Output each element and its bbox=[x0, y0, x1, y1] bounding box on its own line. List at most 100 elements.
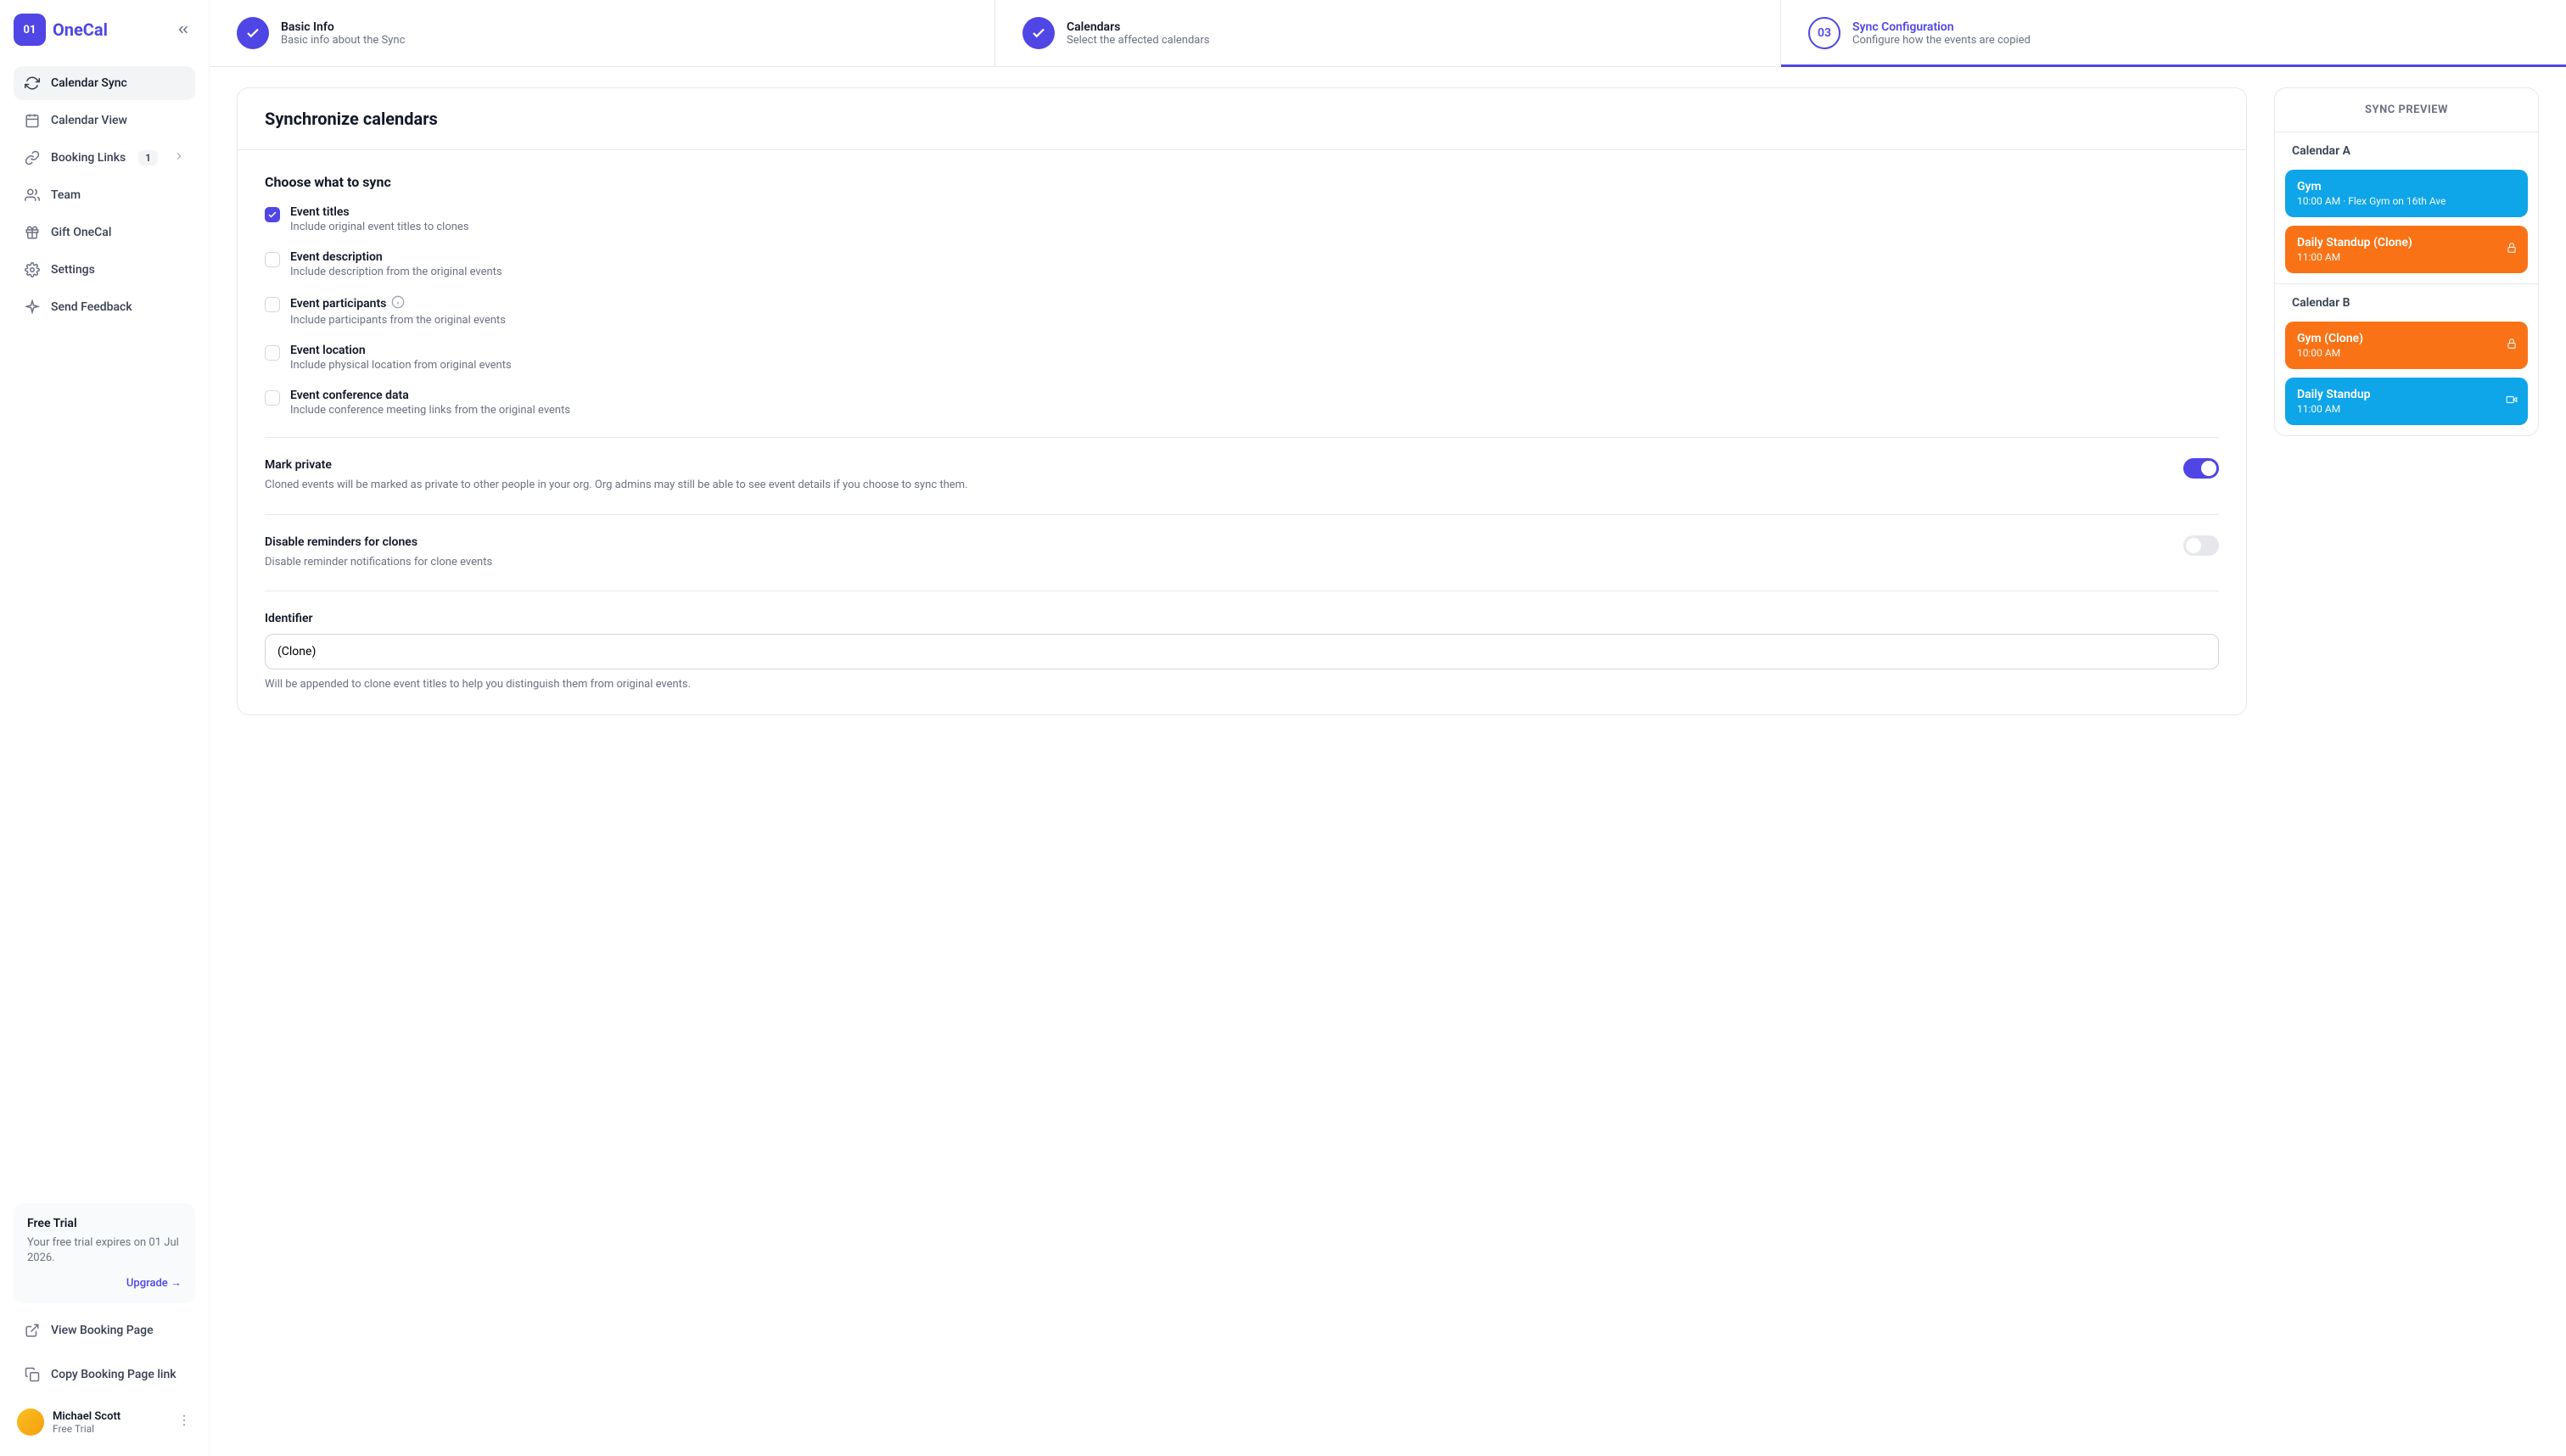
team-icon bbox=[24, 187, 41, 204]
stepper: Basic Info Basic info about the Sync Cal… bbox=[210, 0, 2566, 67]
sidebar-item-label: Team bbox=[51, 188, 81, 202]
calendar-icon bbox=[24, 112, 41, 129]
event-time: 11:00 AM bbox=[2297, 403, 2516, 415]
upgrade-link[interactable]: Upgrade → bbox=[27, 1276, 182, 1290]
sidebar-item-view-booking-page[interactable]: View Booking Page bbox=[14, 1313, 195, 1347]
checkbox-label: Event participants bbox=[290, 295, 506, 312]
sidebar-item-feedback[interactable]: Send Feedback bbox=[14, 290, 195, 324]
checkbox-sub: Include participants from the original e… bbox=[290, 314, 506, 327]
checkbox-event-participants[interactable] bbox=[265, 297, 280, 312]
mark-private-title: Mark private bbox=[265, 458, 2166, 472]
avatar bbox=[17, 1408, 44, 1436]
external-link-icon bbox=[24, 1322, 41, 1339]
user-row: Michael Scott Free Trial bbox=[14, 1402, 195, 1442]
sync-icon bbox=[24, 75, 41, 92]
toggle-disable-reminders[interactable] bbox=[2183, 535, 2219, 556]
step-title: Sync Configuration bbox=[1852, 20, 2031, 34]
sidebar-item-label: Send Feedback bbox=[51, 300, 132, 314]
video-icon bbox=[2506, 394, 2518, 409]
chevron-right-icon bbox=[173, 150, 185, 165]
event-card: Gym 10:00 AM · Flex Gym on 16th Ave bbox=[2285, 170, 2528, 217]
event-title: Gym (Clone) bbox=[2297, 332, 2516, 345]
gear-icon bbox=[24, 261, 41, 278]
sidebar-item-calendar-sync[interactable]: Calendar Sync bbox=[14, 66, 195, 100]
checkbox-sub: Include conference meeting links from th… bbox=[290, 404, 570, 417]
lock-icon bbox=[2506, 242, 2518, 257]
step-sub: Configure how the events are copied bbox=[1852, 34, 2031, 47]
sidebar-item-label: Gift OneCal bbox=[51, 226, 111, 239]
event-card: Daily Standup (Clone) 11:00 AM bbox=[2285, 226, 2528, 273]
panel-title: Synchronize calendars bbox=[265, 109, 2219, 129]
gift-icon bbox=[24, 224, 41, 241]
disable-reminders-title: Disable reminders for clones bbox=[265, 535, 2166, 549]
sidebar: 01 OneCal Calendar Sync Calendar View Bo… bbox=[0, 0, 210, 1456]
checkbox-label: Event description bbox=[290, 250, 502, 264]
copy-icon bbox=[24, 1366, 41, 1383]
disable-reminders-sub: Disable reminder notifications for clone… bbox=[265, 554, 2166, 571]
sidebar-item-calendar-view[interactable]: Calendar View bbox=[14, 104, 195, 137]
check-icon bbox=[1022, 17, 1055, 49]
sync-config-panel: Synchronize calendars Choose what to syn… bbox=[237, 87, 2247, 715]
step-sync-configuration[interactable]: 03 Sync Configuration Configure how the … bbox=[1781, 0, 2566, 66]
step-calendars[interactable]: Calendars Select the affected calendars bbox=[995, 0, 1781, 66]
checkbox-event-description[interactable] bbox=[265, 252, 280, 267]
checkbox-event-conference[interactable] bbox=[265, 390, 280, 406]
checkbox-label: Event conference data bbox=[290, 389, 570, 402]
sidebar-item-label: Booking Links bbox=[51, 151, 126, 165]
sidebar-item-booking-links[interactable]: Booking Links 1 bbox=[14, 141, 195, 175]
sidebar-item-team[interactable]: Team bbox=[14, 178, 195, 212]
sidebar-item-gift[interactable]: Gift OneCal bbox=[14, 216, 195, 249]
user-plan: Free Trial bbox=[53, 1423, 168, 1435]
event-card: Gym (Clone) 10:00 AM bbox=[2285, 322, 2528, 369]
info-icon[interactable] bbox=[391, 295, 405, 312]
trial-text: Your free trial expires on 01 Jul 2026. bbox=[27, 1235, 182, 1266]
step-title: Basic Info bbox=[281, 20, 405, 34]
calendar-name: Calendar A bbox=[2275, 132, 2538, 170]
checkbox-event-titles[interactable] bbox=[265, 207, 280, 222]
event-time: 10:00 AM · Flex Gym on 16th Ave bbox=[2297, 195, 2516, 207]
checkbox-sub: Include description from the original ev… bbox=[290, 266, 502, 278]
identifier-input[interactable] bbox=[265, 634, 2219, 669]
sidebar-item-copy-booking-link[interactable]: Copy Booking Page link bbox=[14, 1358, 195, 1392]
sidebar-item-label: Settings bbox=[51, 263, 95, 277]
trial-card: Free Trial Your free trial expires on 01… bbox=[14, 1203, 195, 1303]
lock-icon bbox=[2506, 338, 2518, 353]
sidebar-item-label: Calendar View bbox=[51, 114, 127, 127]
logo-icon: 01 bbox=[14, 14, 46, 46]
user-name: Michael Scott bbox=[53, 1410, 168, 1423]
event-card: Daily Standup 11:00 AM bbox=[2285, 378, 2528, 425]
sidebar-item-label: View Booking Page bbox=[51, 1324, 154, 1337]
logo-text: OneCal bbox=[53, 20, 108, 40]
checkbox-label: Event titles bbox=[290, 205, 469, 219]
user-menu-button[interactable] bbox=[176, 1413, 192, 1431]
checkbox-sub: Include original event titles to clones bbox=[290, 221, 469, 233]
checkbox-event-location[interactable] bbox=[265, 345, 280, 361]
event-time: 10:00 AM bbox=[2297, 347, 2516, 359]
event-time: 11:00 AM bbox=[2297, 251, 2516, 263]
identifier-help: Will be appended to clone event titles t… bbox=[265, 678, 2219, 691]
sidebar-item-settings[interactable]: Settings bbox=[14, 253, 195, 287]
sync-preview-panel: SYNC PREVIEW Calendar A Gym 10:00 AM · F… bbox=[2274, 87, 2539, 436]
badge: 1 bbox=[138, 150, 158, 165]
sparkle-icon bbox=[24, 299, 41, 316]
calendar-name: Calendar B bbox=[2275, 284, 2538, 322]
event-title: Gym bbox=[2297, 180, 2516, 193]
choose-title: Choose what to sync bbox=[265, 174, 2219, 190]
event-title: Daily Standup (Clone) bbox=[2297, 236, 2516, 249]
check-icon bbox=[237, 17, 269, 49]
more-vertical-icon bbox=[176, 1413, 192, 1428]
collapse-sidebar-button[interactable] bbox=[171, 18, 195, 42]
step-number: 03 bbox=[1808, 17, 1840, 49]
trial-title: Free Trial bbox=[27, 1217, 182, 1230]
preview-header: SYNC PREVIEW bbox=[2275, 88, 2538, 132]
step-sub: Select the affected calendars bbox=[1067, 34, 1209, 47]
check-icon bbox=[267, 210, 277, 220]
chevron-left-icon bbox=[176, 22, 191, 37]
sidebar-item-label: Calendar Sync bbox=[51, 76, 127, 90]
step-basic-info[interactable]: Basic Info Basic info about the Sync bbox=[210, 0, 995, 66]
checkbox-sub: Include physical location from original … bbox=[290, 359, 512, 372]
toggle-mark-private[interactable] bbox=[2183, 458, 2219, 479]
checkbox-label: Event location bbox=[290, 344, 512, 357]
logo[interactable]: 01 OneCal bbox=[14, 14, 108, 46]
step-sub: Basic info about the Sync bbox=[281, 34, 405, 47]
